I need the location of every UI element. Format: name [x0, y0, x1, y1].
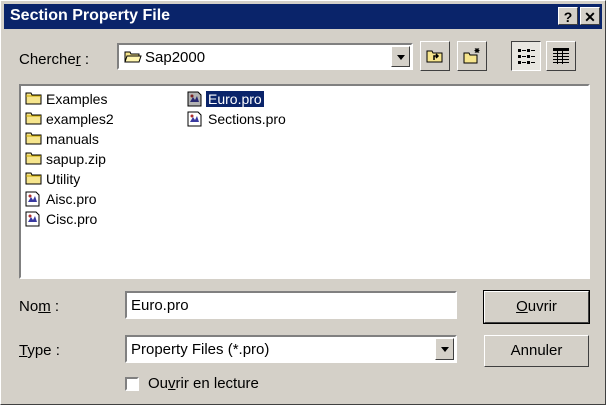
filename-value: Euro.pro	[131, 297, 189, 314]
file-list[interactable]: Examples examples2 manuals sapup.zip Utility…	[19, 84, 590, 279]
pro-file-icon	[25, 211, 40, 227]
open-file-dialog: Section Property File ? ✕ Chercher : Sap…	[0, 0, 606, 405]
up-folder-button[interactable]	[420, 41, 450, 71]
item-label: Aisc.pro	[46, 191, 97, 207]
close-button[interactable]: ✕	[580, 7, 600, 25]
folder-icon	[25, 92, 42, 105]
title-bar[interactable]: Section Property File ? ✕	[4, 4, 602, 29]
item-label: Sections.pro	[208, 111, 286, 127]
lookin-value: Sap2000	[145, 49, 206, 66]
item-label: examples2	[46, 111, 114, 127]
pro-file-icon	[187, 111, 202, 127]
item-label: manuals	[46, 131, 99, 147]
lookin-label: Chercher :	[19, 51, 90, 68]
item-label: Cisc.pro	[46, 211, 98, 227]
filename-label: Nom :	[19, 298, 60, 315]
up-folder-icon	[426, 50, 443, 63]
item-label: Utility	[46, 171, 81, 187]
window-title: Section Property File	[10, 7, 171, 24]
filetype-value: Property Files (*.pro)	[131, 341, 270, 358]
details-view-button[interactable]	[546, 41, 576, 71]
folder-icon	[25, 152, 42, 165]
new-folder-icon	[463, 48, 480, 64]
filetype-dropdown-arrow[interactable]	[435, 338, 454, 360]
item-label: Examples	[46, 91, 108, 107]
folder-icon	[25, 112, 42, 125]
pro-file-icon	[25, 191, 40, 207]
folder-icon	[25, 132, 42, 145]
readonly-checkbox[interactable]	[125, 377, 139, 391]
folder-icon	[25, 172, 42, 185]
pro-file-icon	[187, 91, 202, 107]
filetype-dropdown[interactable]: Property Files (*.pro)	[125, 335, 457, 363]
item-label: Euro.pro	[205, 90, 265, 108]
help-button[interactable]: ?	[558, 7, 578, 25]
list-view-icon	[518, 49, 535, 64]
open-button[interactable]: Ouvrir	[483, 290, 590, 324]
new-folder-button[interactable]	[457, 41, 487, 71]
details-view-icon	[553, 48, 569, 64]
readonly-label[interactable]: Ouvrir en lecture	[148, 375, 259, 392]
list-view-button[interactable]	[511, 41, 541, 71]
open-folder-icon	[124, 51, 142, 63]
cancel-button[interactable]: Annuler	[484, 335, 589, 367]
item-label: sapup.zip	[46, 151, 106, 167]
lookin-dropdown[interactable]: Sap2000	[117, 43, 413, 70]
lookin-dropdown-arrow[interactable]	[391, 46, 410, 67]
filetype-label: Type :	[19, 342, 60, 359]
filename-input[interactable]: Euro.pro	[125, 291, 457, 319]
